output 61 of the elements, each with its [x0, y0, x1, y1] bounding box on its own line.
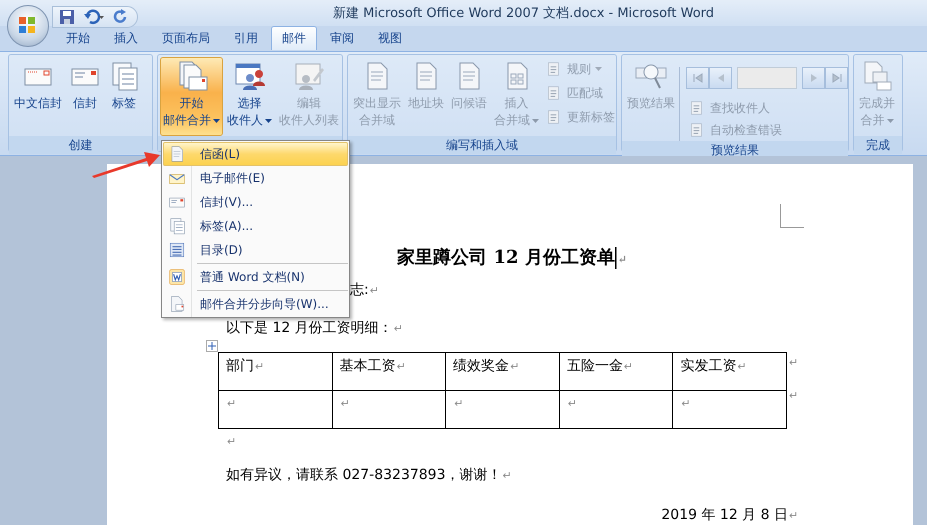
ribbon-button[interactable]: 开始 邮件合并: [160, 57, 223, 136]
table-cell: 五险一金↵: [559, 352, 673, 390]
ribbon-tab[interactable]: 引用: [223, 26, 269, 50]
ribbon-tab[interactable]: 插入: [103, 26, 149, 50]
table-cell: 基本工资↵: [332, 352, 446, 390]
save-icon[interactable]: [59, 9, 75, 25]
window-title: 新建 Microsoft Office Word 2007 文档.docx - Microsoft Word: [332, 5, 714, 22]
table-cell: ↵: [559, 390, 673, 428]
table-cell: ↵: [218, 390, 332, 428]
first-icon: [692, 73, 702, 83]
table-cell: 实发工资↵: [672, 352, 786, 390]
ribbon-tab[interactable]: 页面布局: [151, 26, 221, 50]
last-record-button[interactable]: [825, 67, 848, 89]
table-move-handle[interactable]: [206, 340, 218, 352]
ribbon-tab[interactable]: 邮件: [271, 26, 317, 50]
group-label: 创建: [9, 136, 152, 154]
paragraph-mark: ↵: [789, 509, 798, 522]
office-button[interactable]: [7, 5, 49, 47]
table-cell: 绩效奖金↵: [446, 352, 560, 390]
menu-item[interactable]: 普通 Word 文档(N): [163, 265, 348, 289]
table-cell: ↵: [446, 390, 560, 428]
group-label: 编写和插入域: [348, 136, 616, 154]
word-icon: [168, 268, 186, 286]
row-end-mark: ↵: [788, 388, 798, 404]
menu-item[interactable]: 目录(D): [163, 238, 348, 262]
date-text: 2019 年 12 月 8 日: [661, 507, 788, 523]
intro-text: 以下是 12 月份工资明细：: [226, 320, 393, 336]
ribbon-button[interactable]: 中文信封: [11, 57, 65, 136]
greeting-text: 志:: [350, 282, 369, 298]
ribbon-button[interactable]: 选择 收件人: [224, 57, 275, 136]
menu-item[interactable]: 标签(A)...: [163, 214, 348, 238]
ribbon-tab[interactable]: 审阅: [319, 26, 365, 50]
paragraph-mark: ↵: [394, 322, 403, 335]
table-cell: ↵: [332, 390, 446, 428]
contact-text: 如有异议，请联系 027-83237893，谢谢！: [226, 467, 502, 483]
paragraph-mark: ↵: [227, 435, 236, 448]
previous-icon: [716, 73, 726, 83]
table-cell: 部门↵: [218, 352, 332, 390]
margin-corner-mark: [780, 204, 804, 228]
row-end-mark: ↵: [788, 355, 798, 371]
wizard-icon: [168, 295, 186, 313]
ribbon-tab[interactable]: 视图: [367, 26, 413, 50]
redo-icon[interactable]: [113, 9, 129, 25]
last-icon: [832, 73, 842, 83]
ribbon-button[interactable]: 信封: [66, 57, 104, 136]
ribbon-button[interactable]: 标签: [105, 57, 143, 136]
text-cursor: [614, 247, 617, 270]
paragraph-mark: ↵: [370, 284, 379, 297]
paragraph-mark: ↵: [502, 469, 512, 482]
menu-item[interactable]: 信函(L): [163, 142, 348, 166]
menu-item[interactable]: 信封(V)...: [163, 190, 348, 214]
menu-item[interactable]: 电子邮件(E): [163, 166, 348, 190]
group-label: 完成: [854, 136, 902, 154]
labels-icon: [168, 217, 186, 235]
directory-icon: [168, 241, 186, 259]
table-cell: ↵: [672, 390, 786, 428]
first-record-button[interactable]: [686, 67, 709, 89]
undo-icon[interactable]: [83, 9, 105, 25]
next-icon: [808, 73, 818, 83]
ribbon-tab[interactable]: 开始: [55, 26, 101, 50]
menu-item[interactable]: 邮件合并分步向导(W)...: [163, 292, 348, 316]
